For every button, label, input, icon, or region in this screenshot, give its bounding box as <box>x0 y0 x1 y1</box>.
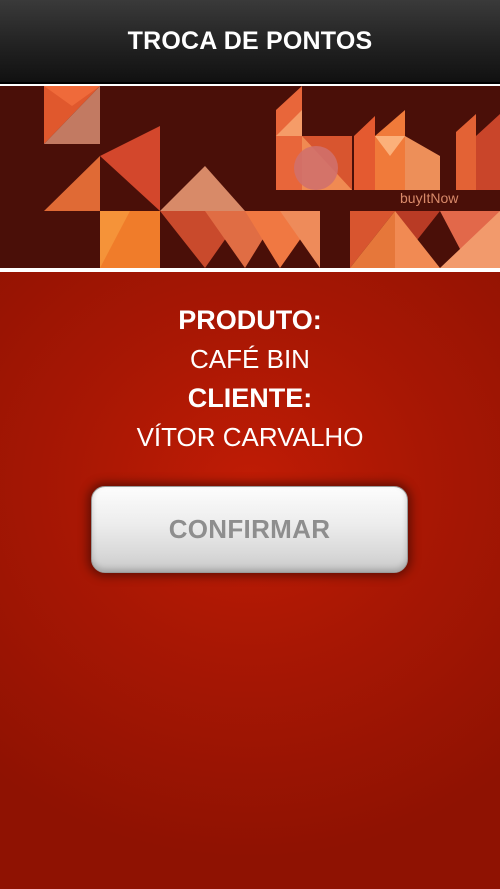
product-label: PRODUTO: <box>178 305 322 335</box>
banner-frame: buyItNow <box>0 84 500 272</box>
brand-banner: buyItNow <box>0 86 500 268</box>
confirm-button[interactable]: CONFIRMAR <box>91 486 408 573</box>
product-value: CAFÉ BIN <box>190 344 310 374</box>
client-label: CLIENTE: <box>187 383 313 413</box>
confirm-button-label: CONFIRMAR <box>168 514 331 544</box>
details-panel: PRODUTO: CAFÉ BIN CLIENTE: VÍTOR CARVALH… <box>0 302 500 458</box>
title-bar: TROCA DE PONTOS <box>0 0 500 84</box>
page-title: TROCA DE PONTOS <box>127 26 373 55</box>
main-content: PRODUTO: CAFÉ BIN CLIENTE: VÍTOR CARVALH… <box>0 272 500 889</box>
geometric-pattern-graphic <box>44 86 500 268</box>
client-value: VÍTOR CARVALHO <box>136 422 364 452</box>
brand-tagline: buyItNow <box>400 190 459 206</box>
